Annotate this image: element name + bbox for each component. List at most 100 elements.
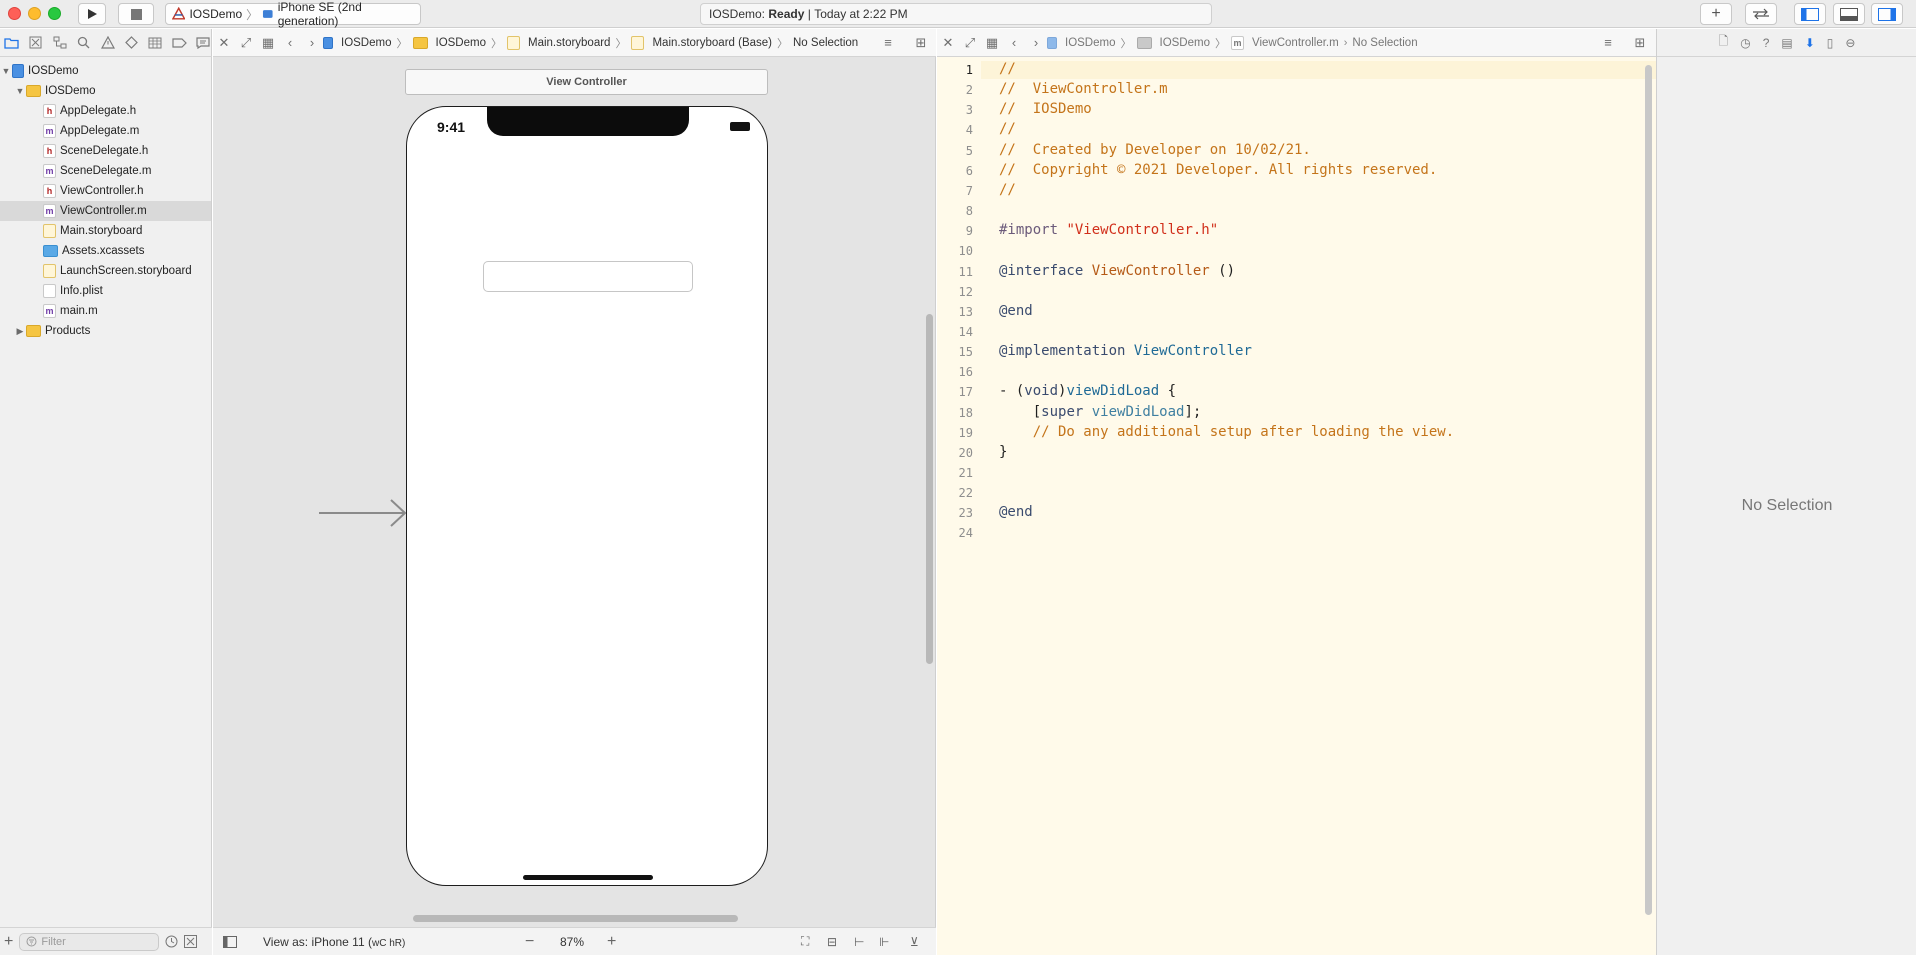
history-inspector-icon[interactable]: ◷ — [1740, 36, 1750, 50]
breadcrumb-selection[interactable]: No Selection — [1352, 37, 1417, 49]
disclosure-open-icon[interactable]: ▼ — [14, 86, 26, 96]
tree-group-iosdemo[interactable]: ▼ IOSDemo — [0, 81, 211, 101]
test-icon[interactable] — [122, 34, 140, 52]
tree-file-item[interactable]: Assets.xcassets — [0, 241, 211, 261]
breadcrumb-file[interactable]: Main.storyboard — [507, 35, 610, 50]
close-editor-icon[interactable]: ✕ — [213, 35, 235, 51]
zoom-out-button[interactable]: − — [525, 933, 534, 951]
view-as-button[interactable]: View as: iPhone 11 (wC hR) — [263, 935, 405, 949]
tree-group-products[interactable]: ▶ Products — [0, 321, 211, 341]
folder-icon[interactable] — [3, 34, 21, 52]
recent-files-icon[interactable] — [165, 935, 178, 948]
source-control-filter-icon[interactable] — [184, 935, 198, 948]
breakpoint-icon[interactable] — [170, 34, 188, 52]
debug-icon[interactable] — [146, 34, 164, 52]
back-icon[interactable]: ‹ — [1003, 35, 1025, 50]
device-frame[interactable]: 9:41 — [406, 106, 768, 886]
resolve-issues-icon[interactable]: ⊻ — [910, 935, 919, 949]
related-items-icon[interactable]: ▦ — [257, 35, 279, 51]
report-icon[interactable] — [194, 34, 212, 52]
scene-title-bar[interactable]: View Controller — [405, 69, 768, 95]
close-window-button[interactable] — [8, 7, 21, 20]
window-toolbar: IOSDemo 〉 iPhone SE (2nd generation) IOS… — [0, 0, 1916, 28]
run-button[interactable] — [78, 3, 106, 25]
horizontal-scrollbar[interactable] — [413, 915, 738, 922]
breadcrumb-group[interactable]: IOSDemo — [1136, 36, 1210, 49]
scheme-selector[interactable]: IOSDemo 〉 iPhone SE (2nd generation) — [165, 0, 421, 28]
zoom-window-button[interactable] — [48, 7, 61, 20]
tree-file-item[interactable]: Info.plist — [0, 281, 211, 301]
size-inspector-icon[interactable]: ▯ — [1827, 36, 1834, 50]
update-frames-icon[interactable]: ⛶ — [801, 934, 809, 949]
zoom-in-button[interactable]: + — [607, 933, 616, 951]
search-icon[interactable] — [75, 34, 93, 52]
vertical-scrollbar[interactable] — [926, 314, 933, 664]
expand-editor-icon[interactable]: ⤢ — [959, 35, 981, 51]
add-editor-icon[interactable]: ⊞ — [1629, 35, 1651, 51]
tree-file-item[interactable]: h SceneDelegate.h — [0, 141, 211, 161]
editor-options-icon[interactable]: ≡ — [1597, 35, 1619, 50]
navigator-filter-input[interactable]: Filter — [19, 932, 160, 951]
minimize-window-button[interactable] — [28, 7, 41, 20]
zoom-level[interactable]: 87% — [560, 935, 584, 949]
activity-status: IOSDemo: Ready | Today at 2:22 PM — [700, 3, 1212, 25]
symbol-icon[interactable] — [51, 34, 69, 52]
tree-file-item[interactable]: m AppDelegate.m — [0, 121, 211, 141]
file-inspector-icon[interactable]: 🗋 — [1719, 32, 1729, 53]
source-control-icon[interactable] — [27, 34, 45, 52]
line-number: 13 — [958, 304, 973, 319]
entry-point-arrow[interactable] — [319, 498, 407, 528]
line-number: 6 — [965, 163, 973, 178]
code-token-type: ViewController — [1091, 262, 1210, 279]
tree-file-item[interactable]: Main.storyboard — [0, 221, 211, 241]
attributes-inspector-icon[interactable]: ⬇ — [1805, 36, 1815, 50]
tree-file-item[interactable]: h ViewController.h — [0, 181, 211, 201]
breadcrumb-selection[interactable]: No Selection — [793, 37, 858, 49]
code-vertical-scrollbar[interactable] — [1645, 65, 1652, 915]
document-outline-toggle-icon[interactable] — [223, 935, 237, 948]
chevron-right-icon: 〉 — [396, 37, 408, 50]
back-icon[interactable]: ‹ — [279, 35, 301, 50]
bottom-panel-icon — [1840, 7, 1858, 21]
add-editor-icon[interactable]: ⊞ — [910, 35, 932, 51]
forward-icon[interactable]: › — [301, 35, 323, 50]
tree-file-item[interactable]: m ViewController.m — [0, 201, 211, 221]
tree-group-label: IOSDemo — [45, 85, 96, 97]
code-line: } — [999, 444, 1007, 460]
stop-button[interactable] — [118, 3, 154, 25]
align-icon[interactable]: ⊢ — [854, 935, 864, 949]
tree-file-item[interactable]: m SceneDelegate.m — [0, 161, 211, 181]
connections-inspector-icon[interactable]: ⊖ — [1845, 36, 1855, 50]
breadcrumb-project[interactable]: IOSDemo — [323, 36, 392, 49]
tree-root-project[interactable]: ▼ IOSDemo — [0, 61, 211, 81]
disclosure-closed-icon[interactable]: ▶ — [14, 326, 26, 337]
expand-editor-icon[interactable]: ⤢ — [235, 35, 257, 51]
tree-file-item[interactable]: h AppDelegate.h — [0, 101, 211, 121]
related-items-icon[interactable]: ▦ — [981, 35, 1003, 51]
line-number: 11 — [958, 264, 973, 279]
disclosure-open-icon[interactable]: ▼ — [0, 66, 12, 76]
breadcrumb-project[interactable]: IOSDemo — [1047, 36, 1116, 49]
forward-icon[interactable]: › — [1025, 35, 1047, 50]
tree-file-item[interactable]: m main.m — [0, 301, 211, 321]
identity-inspector-icon[interactable]: ▤ — [1781, 36, 1792, 50]
code-review-button[interactable] — [1745, 3, 1777, 25]
toggle-navigator-button[interactable] — [1794, 3, 1826, 25]
stop-icon — [130, 8, 142, 20]
tree-file-item[interactable]: LaunchScreen.storyboard — [0, 261, 211, 281]
breadcrumb-file[interactable]: m ViewController.m — [1231, 35, 1339, 50]
toggle-debug-area-button[interactable] — [1833, 3, 1865, 25]
code-line: #import "ViewController.h" — [999, 222, 1218, 238]
embed-in-stack-icon[interactable]: ⊟ — [827, 935, 837, 949]
toggle-inspector-button[interactable] — [1871, 3, 1903, 25]
text-field[interactable] — [483, 261, 693, 292]
warning-icon[interactable] — [99, 34, 117, 52]
help-inspector-icon[interactable]: ? — [1763, 36, 1770, 50]
breadcrumb-localization[interactable]: Main.storyboard (Base) — [631, 35, 772, 50]
add-file-icon[interactable]: + — [4, 933, 13, 951]
editor-options-icon[interactable]: ≡ — [877, 35, 899, 50]
library-button[interactable]: + — [1700, 3, 1732, 25]
add-constraints-icon[interactable]: ⊩ — [879, 935, 889, 949]
breadcrumb-group[interactable]: IOSDemo — [412, 36, 486, 49]
close-editor-icon[interactable]: ✕ — [937, 35, 959, 51]
